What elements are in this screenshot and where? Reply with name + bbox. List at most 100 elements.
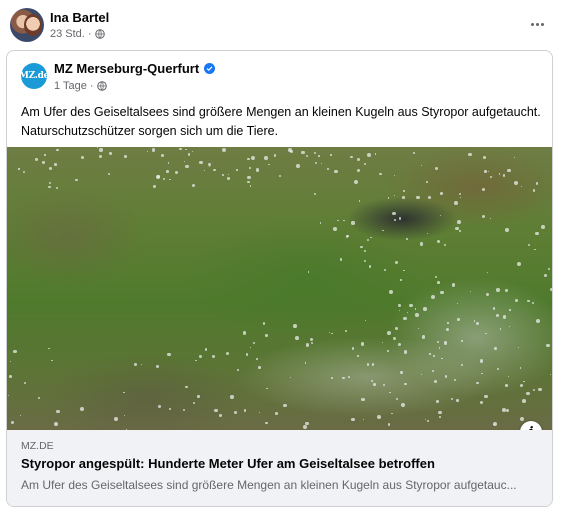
styrofoam-speck xyxy=(548,268,551,271)
styrofoam-speck xyxy=(475,321,480,326)
styrofoam-speck xyxy=(75,178,78,182)
styrofoam-speck xyxy=(409,303,413,308)
page-logo[interactable]: MZ.de xyxy=(19,63,49,89)
styrofoam-speck xyxy=(499,328,502,330)
styrofoam-speck xyxy=(367,153,372,158)
styrofoam-speck xyxy=(49,182,52,185)
author-name[interactable]: Ina Bartel xyxy=(50,10,109,25)
styrofoam-speck xyxy=(366,363,370,366)
more-dot-icon xyxy=(540,22,544,26)
styrofoam-speck xyxy=(183,408,186,412)
styrofoam-speck xyxy=(437,281,441,284)
styrofoam-speck xyxy=(134,362,138,366)
styrofoam-speck xyxy=(155,365,159,369)
styrofoam-speck xyxy=(295,163,300,168)
styrofoam-speck xyxy=(433,355,435,357)
styrofoam-speck xyxy=(519,383,524,388)
link-preview[interactable]: MZ.DE Styropor angespült: Hunderte Meter… xyxy=(7,430,552,506)
meta-separator: · xyxy=(87,28,92,40)
styrofoam-speck xyxy=(23,171,26,173)
styrofoam-speck xyxy=(371,363,374,366)
styrofoam-speck xyxy=(444,375,448,379)
styrofoam-speck xyxy=(345,235,349,238)
styrofoam-speck xyxy=(184,161,186,163)
styrofoam-speck xyxy=(403,269,405,271)
styrofoam-speck xyxy=(496,288,500,292)
styrofoam-speck xyxy=(451,397,454,400)
styrofoam-speck xyxy=(514,298,518,302)
styrofoam-speck xyxy=(302,424,307,429)
styrofoam-speck xyxy=(469,291,471,293)
styrofoam-speck xyxy=(203,170,205,172)
styrofoam-speck xyxy=(521,399,526,403)
post-time[interactable]: 23 Std. xyxy=(50,28,85,40)
styrofoam-speck xyxy=(175,171,179,175)
styrofoam-speck xyxy=(493,422,498,427)
styrofoam-speck xyxy=(487,170,489,172)
styrofoam-speck xyxy=(283,403,287,407)
styrofoam-speck xyxy=(406,312,408,314)
styrofoam-speck xyxy=(226,351,230,356)
styrofoam-speck xyxy=(360,245,363,249)
styrofoam-speck xyxy=(388,197,390,199)
styrofoam-speck xyxy=(247,157,250,160)
styrofoam-speck xyxy=(364,260,367,263)
styrofoam-speck xyxy=(389,391,391,393)
styrofoam-speck xyxy=(441,357,443,360)
styrofoam-speck xyxy=(301,151,305,155)
styrofoam-speck xyxy=(362,418,365,421)
styrofoam-speck xyxy=(398,309,401,312)
styrofoam-speck xyxy=(513,156,515,158)
shared-post-time[interactable]: 1 Tage xyxy=(54,80,87,92)
globe-icon xyxy=(94,29,105,39)
styrofoam-speck xyxy=(394,326,398,330)
styrofoam-speck xyxy=(506,409,510,413)
styrofoam-speck xyxy=(403,190,405,192)
link-title[interactable]: Styropor angespült: Hunderte Meter Ufer … xyxy=(21,456,435,471)
styrofoam-speck xyxy=(460,339,464,343)
author-avatar[interactable] xyxy=(10,8,44,42)
styrofoam-speck xyxy=(242,330,247,335)
styrofoam-speck xyxy=(535,231,539,236)
styrofoam-speck xyxy=(538,387,542,392)
styrofoam-speck xyxy=(279,175,282,178)
styrofoam-speck xyxy=(494,347,497,350)
styrofoam-speck xyxy=(314,162,317,165)
styrofoam-speck xyxy=(48,185,51,189)
styrofoam-speck xyxy=(520,185,522,187)
styrofoam-speck xyxy=(443,341,448,345)
styrofoam-speck xyxy=(432,369,435,372)
styrofoam-speck xyxy=(460,196,462,198)
styrofoam-speck xyxy=(400,279,402,281)
styrofoam-speck xyxy=(256,357,258,360)
styrofoam-speck xyxy=(481,188,485,192)
styrofoam-speck xyxy=(187,153,191,156)
styrofoam-speck xyxy=(192,401,196,405)
styrofoam-speck xyxy=(384,268,387,271)
more-options-button[interactable] xyxy=(526,14,548,34)
post-photo[interactable] xyxy=(7,147,552,430)
styrofoam-speck xyxy=(486,272,489,274)
styrofoam-speck xyxy=(222,147,227,152)
styrofoam-speck xyxy=(191,184,195,188)
styrofoam-speck xyxy=(337,219,339,222)
styrofoam-speck xyxy=(140,364,142,366)
styrofoam-speck xyxy=(428,196,432,200)
styrofoam-speck xyxy=(8,394,10,397)
styrofoam-speck xyxy=(166,170,170,174)
page-name[interactable]: MZ Merseburg-Querfurt xyxy=(54,61,199,76)
styrofoam-speck xyxy=(114,417,119,421)
styrofoam-speck xyxy=(354,180,359,185)
styrofoam-speck xyxy=(56,409,61,414)
styrofoam-speck xyxy=(334,169,338,174)
styrofoam-speck xyxy=(513,181,518,186)
styrofoam-speck xyxy=(457,318,460,321)
styrofoam-speck xyxy=(247,175,251,180)
page-name-row: MZ Merseburg-Querfurt xyxy=(54,61,216,76)
styrofoam-speck xyxy=(484,170,487,173)
styrofoam-speck xyxy=(480,401,484,405)
styrofoam-speck xyxy=(48,347,50,350)
styrofoam-speck xyxy=(457,220,462,225)
styrofoam-speck xyxy=(304,362,307,364)
styrofoam-speck xyxy=(328,332,330,334)
